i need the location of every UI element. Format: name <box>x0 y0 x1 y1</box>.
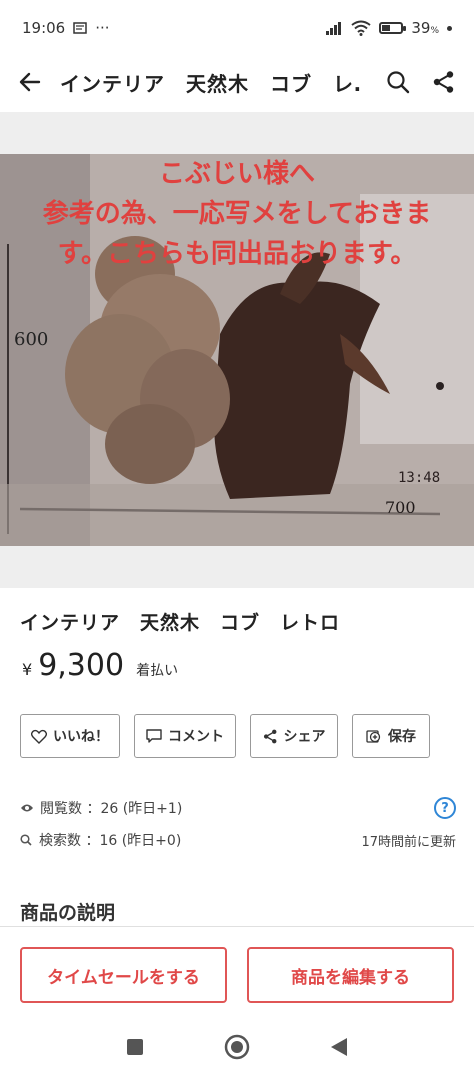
search-button[interactable] <box>382 66 414 98</box>
photo-number-600: 600 <box>14 329 49 350</box>
home-button[interactable] <box>224 1034 250 1064</box>
status-time: 19:06 <box>22 19 66 37</box>
product-image-area[interactable]: こぶじい様へ 参考の為、一応写メをしておきま す。こちらも同出品おります。 60… <box>0 112 474 588</box>
price-amount: 9,300 <box>38 648 125 683</box>
share-small-icon <box>263 729 276 743</box>
recent-apps-button[interactable] <box>126 1038 144 1060</box>
arrow-left-icon <box>19 72 41 92</box>
signal-icon <box>325 21 343 35</box>
photo-overlay-text: こぶじい様へ 参考の為、一応写メをしておきま す。こちらも同出品おります。 <box>0 154 474 274</box>
status-more-dots: ··· <box>95 19 110 37</box>
product-photo[interactable]: こぶじい様へ 参考の為、一応写メをしておきま す。こちらも同出品おります。 60… <box>0 154 474 546</box>
comment-icon <box>146 728 162 743</box>
back-button[interactable] <box>14 66 46 98</box>
price-block: ¥ 9,300 着払い <box>22 648 178 683</box>
share-button[interactable] <box>428 66 460 98</box>
home-circle-icon <box>224 1034 250 1060</box>
currency-symbol: ¥ <box>22 660 33 679</box>
wifi-icon <box>351 20 371 36</box>
app-bar: インテリア 天然木 コブ レ… <box>0 56 474 108</box>
photo-timestamp: 13:48 <box>398 470 441 486</box>
views-count: 閲覧数 ：26 (昨日+1) <box>40 801 183 817</box>
bottom-action-bar: タイムセールをする 商品を編集する <box>0 926 474 1018</box>
overlay-line-3: す。こちらも同出品おります。 <box>57 239 417 269</box>
comment-button[interactable]: コメント <box>134 714 236 758</box>
share-action-button[interactable]: シェア <box>250 714 338 758</box>
triangle-back-icon <box>331 1038 347 1056</box>
save-icon <box>366 730 381 743</box>
share-label: シェア <box>283 729 326 745</box>
battery-percent: 39% <box>411 19 439 37</box>
time-sale-button[interactable]: タイムセールをする <box>20 947 227 1003</box>
search-icon <box>387 71 410 94</box>
like-label: いいね！ <box>53 729 109 745</box>
description-section-title: 商品の説明 <box>20 902 116 924</box>
back-nav-button[interactable] <box>330 1037 348 1061</box>
status-bar: 19:06 ··· 39% <box>0 0 474 56</box>
save-label: 保存 <box>388 729 416 745</box>
like-button[interactable]: いいね！ <box>20 714 120 758</box>
search-count: 検索数 ：16 (昨日+0) <box>39 833 182 849</box>
eye-icon <box>21 804 33 812</box>
status-dot-icon <box>447 25 452 31</box>
notification-icon <box>73 21 87 35</box>
shipping-label: 着払い <box>136 663 179 679</box>
overlay-line-1: こぶじい様へ <box>158 159 315 189</box>
comment-label: コメント <box>168 729 224 745</box>
page-title: インテリア 天然木 コブ レ… <box>60 71 360 96</box>
share-icon <box>433 71 454 93</box>
square-icon <box>127 1039 143 1055</box>
action-row: いいね！ コメント シェア 保存 <box>20 714 430 758</box>
edit-product-button[interactable]: 商品を編集する <box>247 947 454 1003</box>
stats-block: 閲覧数 ：26 (昨日+1) ? 検索数 ：16 (昨日+0) 17時間前に更新 <box>20 796 456 852</box>
heart-icon <box>31 729 47 744</box>
overlay-line-2: 参考の為、一応写メをしておきま <box>42 199 432 229</box>
photo-number-700: 700 <box>385 498 416 517</box>
help-button[interactable]: ? <box>434 797 456 819</box>
battery-icon <box>379 22 407 34</box>
updated-time: 17時間前に更新 <box>361 834 456 850</box>
system-nav-bar <box>0 1018 474 1080</box>
save-button[interactable]: 保存 <box>352 714 430 758</box>
search-small-icon <box>20 834 32 846</box>
product-title: インテリア 天然木 コブ レトロ <box>20 612 341 634</box>
